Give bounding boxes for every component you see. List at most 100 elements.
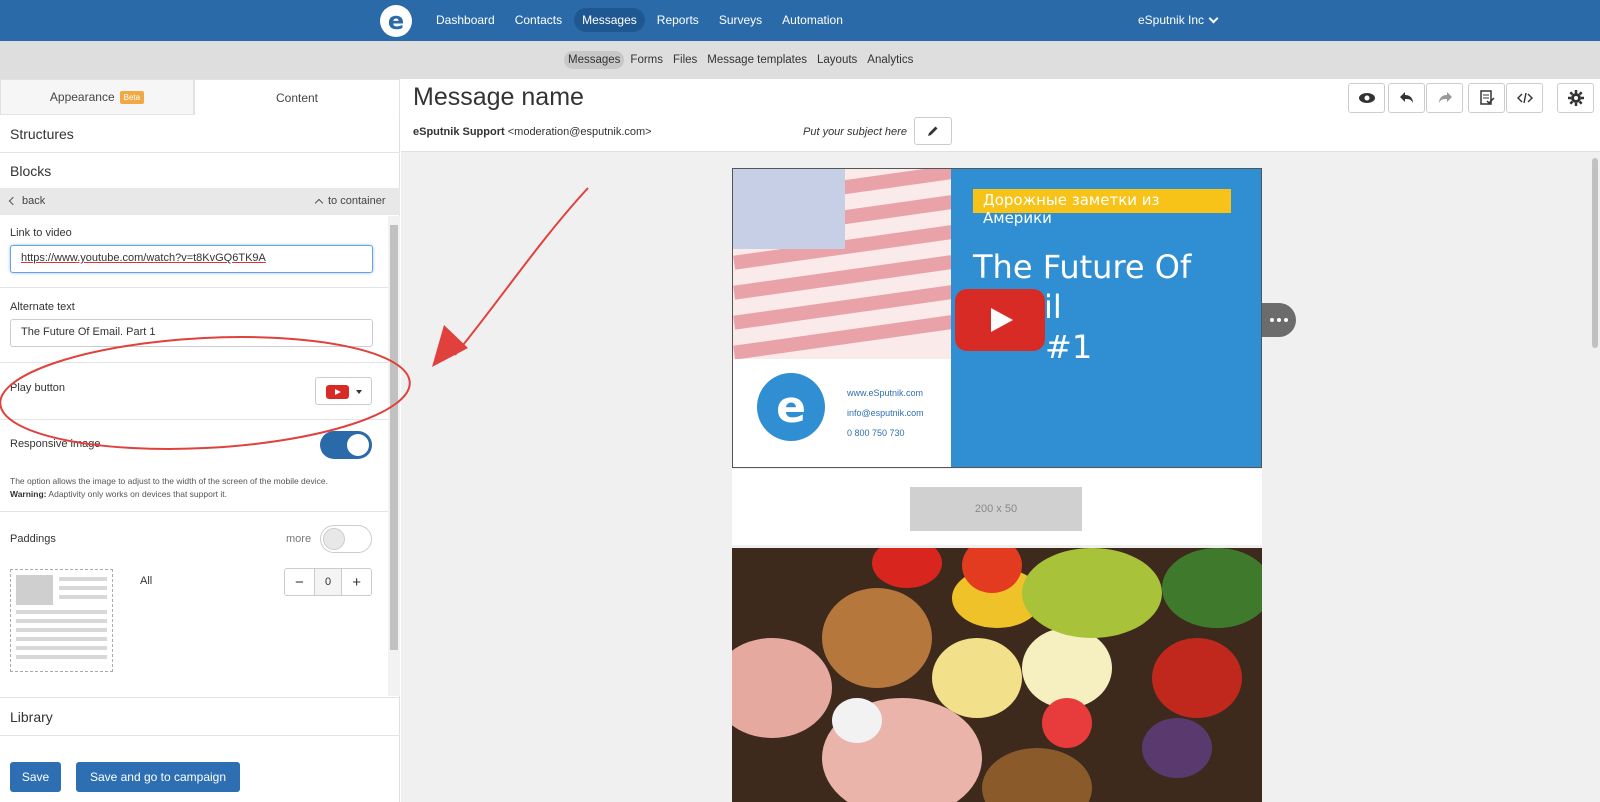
image-placeholder-block[interactable]: 200 x 50 (732, 469, 1262, 545)
tab-appearance[interactable]: Appearance Beta (0, 79, 194, 115)
grapes (1022, 548, 1162, 638)
to-container-label: to container (328, 195, 386, 207)
text-line (59, 577, 107, 581)
section-structures[interactable]: Structures (0, 115, 400, 153)
edit-subject-button[interactable] (914, 117, 952, 145)
sub-nav: Messages Forms Files Message templates L… (0, 41, 1600, 79)
check-button[interactable] (1468, 83, 1505, 113)
nav-contacts[interactable]: Contacts (507, 8, 570, 32)
nav-messages[interactable]: Messages (574, 8, 645, 32)
nav-reports[interactable]: Reports (649, 8, 707, 32)
sender-email: <moderation@esputnik.com> (507, 126, 652, 138)
preview-button[interactable] (1348, 83, 1385, 113)
text-line (16, 610, 107, 614)
video-link-input[interactable]: https://www.youtube.com/watch?v=t8KvGQ6T… (10, 245, 373, 273)
message-name[interactable]: Message name (413, 83, 584, 112)
youtube-icon (326, 385, 349, 399)
account-menu[interactable]: eSputnik Inc (1138, 13, 1219, 27)
subnav-forms[interactable]: Forms (626, 51, 667, 69)
esputnik-banner-logo: e (757, 373, 825, 441)
main-menu: Dashboard Contacts Messages Reports Surv… (428, 8, 851, 32)
canvas-scrollbar[interactable] (1592, 158, 1598, 348)
play-button-select[interactable] (315, 377, 372, 405)
section-library[interactable]: Library (0, 698, 400, 736)
image-placeholder: 200 x 50 (910, 487, 1082, 531)
banner-phone: 0 800 750 730 (847, 428, 905, 438)
paddings-label: Paddings (10, 533, 56, 545)
youtube-play-icon[interactable] (955, 289, 1045, 351)
toggle-knob (323, 528, 345, 550)
nectarine (1152, 638, 1242, 718)
ham (732, 638, 832, 738)
nav-dashboard[interactable]: Dashboard (428, 8, 503, 32)
help-description: The option allows the image to adjust to… (10, 476, 328, 486)
section-blocks[interactable]: Blocks (0, 152, 400, 190)
banner-site: www.eSputnik.com (847, 388, 924, 398)
dot (1277, 318, 1281, 322)
board (982, 748, 1092, 802)
video-block-banner[interactable]: Дорожные заметки из Америки The Future O… (732, 168, 1262, 468)
bread (822, 588, 932, 688)
caret-down-icon (356, 390, 362, 394)
responsive-toggle[interactable] (320, 431, 372, 459)
link-label: Link to video (10, 227, 72, 239)
top-nav: e Dashboard Contacts Messages Reports Su… (0, 0, 1600, 41)
gear-icon (1567, 90, 1584, 106)
undo-button[interactable] (1388, 83, 1425, 113)
alt-text-input[interactable]: The Future Of Email. Part 1 (10, 319, 373, 347)
settings-button[interactable] (1557, 83, 1594, 113)
banner-email: info@esputnik.com (847, 408, 924, 418)
settings-panel: Appearance Beta Content Structures Block… (0, 79, 400, 802)
warning-label: Warning: (10, 489, 47, 499)
video-link-value: https://www.youtube.com/watch?v=t8KvGQ6T… (21, 252, 266, 264)
sender-name: eSputnik Support (413, 126, 505, 138)
warning-line: Warning: Adaptivity only works on device… (10, 488, 370, 501)
help-text: The option allows the image to adjust to… (10, 475, 370, 501)
subnav-files[interactable]: Files (669, 51, 701, 69)
save-button[interactable]: Save (10, 762, 61, 792)
banner-contacts: www.eSputnik.com info@esputnik.com 0 800… (847, 383, 924, 443)
increment-button[interactable]: + (342, 569, 371, 595)
html-code-button[interactable] (1506, 83, 1543, 113)
more-toggle[interactable] (320, 525, 372, 553)
tab-appearance-label: Appearance (49, 90, 115, 104)
code-icon (1516, 92, 1533, 104)
text-line (16, 637, 107, 641)
back-button[interactable]: back (8, 195, 46, 207)
text-line (59, 595, 107, 599)
subnav-layouts[interactable]: Layouts (813, 51, 861, 69)
subnav-analytics[interactable]: Analytics (863, 51, 917, 69)
to-container-button[interactable]: to container (314, 195, 386, 207)
panel-tabs: Appearance Beta Content (0, 79, 400, 115)
block-options-button[interactable] (1262, 303, 1296, 337)
tab-content[interactable]: Content (194, 79, 400, 115)
food-image[interactable] (732, 548, 1262, 802)
panel-scrollbar-thumb[interactable] (390, 225, 398, 650)
save-and-go-to-campaign-button[interactable]: Save and go to campaign (76, 762, 240, 792)
esputnik-logo[interactable]: e (380, 5, 412, 37)
flag-canton (733, 169, 845, 249)
text-line (16, 655, 107, 659)
redo-button[interactable] (1426, 83, 1463, 113)
play-button-label: Play button (10, 382, 66, 394)
nav-surveys[interactable]: Surveys (711, 8, 770, 32)
beta-badge: Beta (119, 90, 145, 104)
alt-text-value: The Future Of Email. Part 1 (21, 326, 156, 338)
subnav-message-templates[interactable]: Message templates (703, 51, 811, 69)
subnav-messages[interactable]: Messages (564, 51, 625, 69)
decrement-button[interactable]: − (285, 569, 314, 595)
dot (1284, 318, 1288, 322)
subject-placeholder[interactable]: Put your subject here (803, 126, 907, 138)
undo-icon (1399, 92, 1413, 103)
chevron-left-icon (8, 196, 18, 206)
padding-value[interactable]: 0 (313, 569, 343, 595)
text-line (16, 619, 107, 623)
document-check-icon (1479, 90, 1495, 105)
dot (1270, 318, 1274, 322)
us-flag-image (733, 169, 951, 359)
sender-line: eSputnik Support <moderation@esputnik.co… (413, 126, 652, 138)
back-label: back (22, 195, 46, 207)
text-line (16, 628, 107, 632)
chevron-up-icon (314, 198, 324, 207)
nav-automation[interactable]: Automation (774, 8, 851, 32)
